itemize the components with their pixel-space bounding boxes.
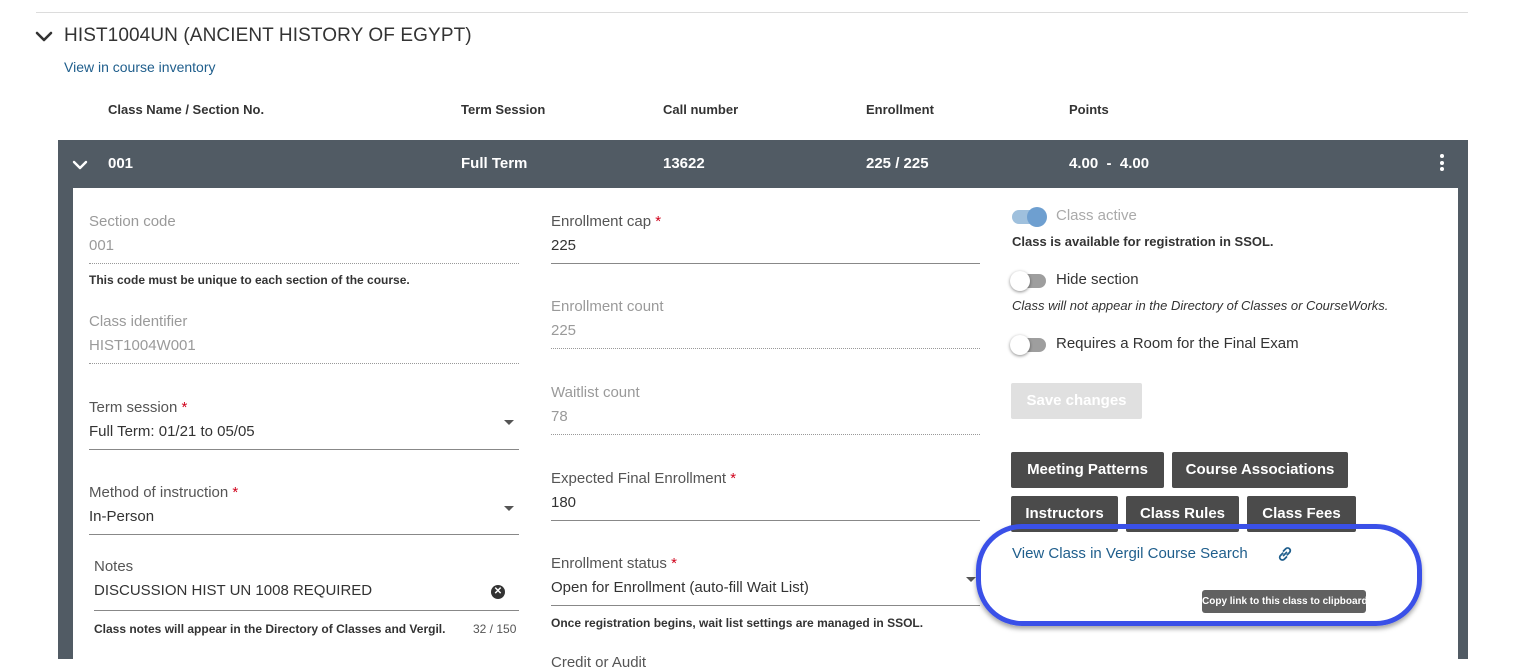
panel-right-border: [1458, 188, 1468, 659]
enrollment-count-label: Enrollment count: [551, 298, 664, 315]
notes-help: Class notes will appear in the Directory…: [94, 622, 446, 636]
notes-input[interactable]: DISCUSSION HIST UN 1008 REQUIRED: [94, 582, 372, 599]
enrollment-status-dropdown-icon[interactable]: [966, 577, 976, 582]
section-call-number: 13622: [663, 155, 705, 172]
column-header-call-number: Call number: [663, 102, 739, 117]
section-points: 4.00 - 4.00: [1069, 155, 1150, 172]
section-code-label: Section code: [89, 213, 176, 230]
enrollment-status-label: Enrollment status *: [551, 555, 677, 572]
method-underline: [89, 534, 519, 535]
view-in-course-inventory-link[interactable]: View in course inventory: [64, 59, 215, 75]
section-code-underline: [89, 263, 519, 264]
method-of-instruction-label: Method of instruction *: [89, 484, 239, 501]
method-dropdown-icon[interactable]: [504, 506, 514, 511]
enrollment-status-underline: [551, 605, 980, 606]
requires-room-toggle[interactable]: [1010, 335, 1046, 355]
column-header-class-name: Class Name / Section No.: [108, 102, 265, 117]
waitlist-count-value: 78: [551, 408, 568, 425]
term-session-dropdown-icon[interactable]: [504, 420, 514, 425]
enrollment-status-select[interactable]: Open for Enrollment (auto-fill Wait List…: [551, 579, 809, 596]
more-options-icon[interactable]: [1435, 154, 1449, 174]
enrollment-count-underline: [551, 348, 980, 349]
class-identifier-value: HIST1004W001: [89, 337, 196, 354]
method-of-instruction-select[interactable]: In-Person: [89, 508, 154, 525]
column-header-enrollment: Enrollment: [866, 102, 934, 117]
panel-left-border: [58, 188, 73, 659]
section-row[interactable]: 001 Full Term 13622 225 / 225 4.00 - 4.0…: [58, 140, 1468, 188]
course-associations-button[interactable]: Course Associations: [1172, 452, 1348, 488]
term-session-select[interactable]: Full Term: 01/21 to 05/05: [89, 423, 255, 440]
collapse-course-chevron-icon[interactable]: [34, 27, 54, 47]
expected-final-enrollment-label: Expected Final Enrollment *: [551, 470, 737, 487]
requires-room-label: Requires a Room for the Final Exam: [1056, 335, 1299, 352]
enrollment-cap-label: Enrollment cap *: [551, 213, 662, 230]
term-session-label: Term session *: [89, 399, 188, 416]
class-identifier-underline: [89, 363, 519, 364]
section-collapse-chevron-icon[interactable]: [71, 156, 89, 174]
class-active-help: Class is available for registration in S…: [1012, 234, 1274, 249]
hide-section-help: Class will not appear in the Directory o…: [1012, 298, 1389, 313]
column-header-term-session: Term Session: [461, 102, 546, 117]
class-active-label: Class active: [1056, 207, 1137, 224]
clear-notes-icon[interactable]: ✕: [491, 585, 505, 599]
course-title: HIST1004UN (ANCIENT HISTORY OF EGYPT): [64, 25, 472, 46]
notes-char-counter: 32 / 150: [473, 622, 517, 636]
hide-section-label: Hide section: [1056, 271, 1139, 288]
notes-label: Notes: [94, 558, 134, 575]
save-changes-button[interactable]: Save changes: [1011, 383, 1142, 419]
hide-section-toggle[interactable]: [1010, 271, 1046, 291]
section-code-help: This code must be unique to each section…: [89, 273, 410, 287]
column-header-points: Points: [1069, 102, 1109, 117]
waitlist-count-label: Waitlist count: [551, 384, 640, 401]
meeting-patterns-button[interactable]: Meeting Patterns: [1011, 452, 1164, 488]
top-divider: [36, 12, 1468, 13]
section-code-value: 001: [89, 237, 115, 254]
expected-final-underline: [551, 520, 980, 521]
enrollment-cap-underline: [551, 263, 980, 264]
section-enrollment: 225 / 225: [866, 155, 929, 172]
waitlist-count-underline: [551, 434, 980, 435]
notes-underline: [94, 610, 519, 611]
section-number: 001: [108, 155, 134, 172]
annotation-highlight-oval: [976, 524, 1422, 626]
enrollment-status-help: Once registration begins, wait list sett…: [551, 616, 924, 630]
credit-or-audit-label: Credit or Audit: [551, 654, 647, 671]
class-identifier-label: Class identifier: [89, 313, 188, 330]
class-active-toggle[interactable]: [1012, 207, 1047, 227]
enrollment-count-value: 225: [551, 322, 577, 339]
section-term: Full Term: [461, 155, 528, 172]
expected-final-enrollment-input[interactable]: 180: [551, 494, 576, 511]
enrollment-cap-input[interactable]: 225: [551, 237, 576, 254]
term-session-underline: [89, 449, 519, 450]
